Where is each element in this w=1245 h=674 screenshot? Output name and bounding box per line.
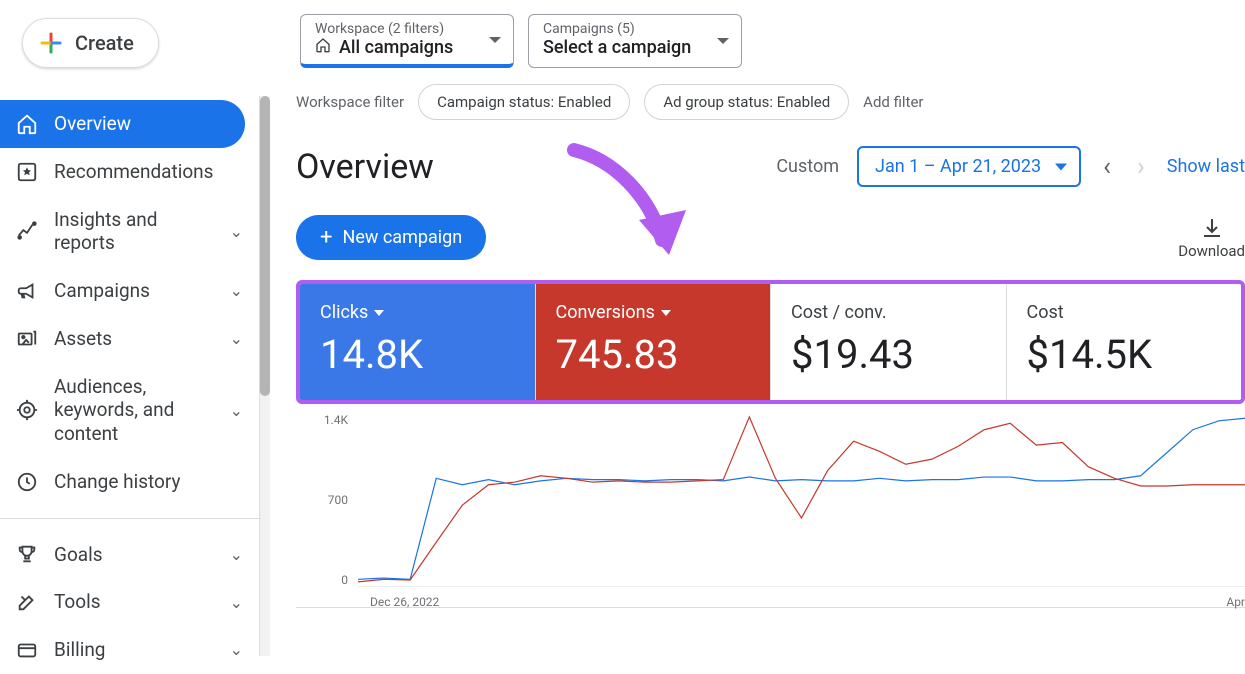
date-range-value: Jan 1 – Apr 21, 2023 bbox=[875, 156, 1041, 177]
create-button[interactable]: Create bbox=[22, 18, 159, 68]
date-next-button[interactable]: › bbox=[1133, 152, 1149, 182]
add-filter-button[interactable]: Add filter bbox=[863, 93, 923, 111]
megaphone-icon bbox=[16, 280, 38, 302]
sidebar-item-tools[interactable]: Tools ⌄ bbox=[0, 578, 259, 626]
chevron-down-icon: ⌄ bbox=[230, 222, 243, 241]
workspace-filter-label: Workspace filter bbox=[296, 93, 404, 111]
chevron-down-icon: ⌄ bbox=[230, 281, 243, 300]
chevron-down-icon bbox=[717, 38, 729, 44]
sidebar-item-goals[interactable]: Goals ⌄ bbox=[0, 531, 259, 579]
page-title: Overview bbox=[296, 147, 434, 187]
scorecard-value: $14.5K bbox=[1027, 331, 1222, 378]
scorecard-value: 745.83 bbox=[556, 331, 751, 378]
chart-canvas bbox=[358, 408, 1245, 587]
chart-y-tick: 1.4K bbox=[324, 413, 348, 427]
sidebar-item-label: Overview bbox=[54, 112, 229, 136]
scrollbar-thumb[interactable] bbox=[260, 96, 270, 396]
chart-x-tick: Apr bbox=[1226, 595, 1245, 609]
chevron-down-icon: ⌄ bbox=[230, 329, 243, 348]
scorecard-label: Cost bbox=[1027, 302, 1064, 323]
scorecard-label: Clicks bbox=[320, 302, 368, 323]
sidebar-item-label: Change history bbox=[54, 470, 243, 494]
sidebar-item-change-history[interactable]: Change history bbox=[0, 458, 259, 506]
campaign-selector-value: Select a campaign bbox=[543, 37, 691, 58]
sidebar-item-label: Audiences, keywords, and content bbox=[54, 375, 214, 446]
new-campaign-button[interactable]: + New campaign bbox=[296, 215, 486, 260]
chevron-down-icon: ⌄ bbox=[230, 545, 243, 564]
scorecard-label: Cost / conv. bbox=[791, 302, 887, 323]
sidebar-item-insights[interactable]: Insights and reports ⌄ bbox=[0, 196, 259, 268]
chart-y-tick: 0 bbox=[341, 573, 348, 587]
sidebar-item-label: Campaigns bbox=[54, 279, 214, 303]
date-prev-button[interactable]: ‹ bbox=[1099, 152, 1115, 182]
scorecard-value: 14.8K bbox=[320, 331, 515, 378]
sidebar-item-label: Assets bbox=[54, 327, 214, 351]
new-campaign-label: New campaign bbox=[342, 227, 462, 248]
sidebar-item-audiences[interactable]: Audiences, keywords, and content ⌄ bbox=[0, 363, 259, 458]
campaign-selector-top: Campaigns (5) bbox=[543, 21, 705, 37]
sidebar-item-campaigns[interactable]: Campaigns ⌄ bbox=[0, 267, 259, 315]
home-icon bbox=[16, 113, 38, 135]
sidebar-item-label: Goals bbox=[54, 543, 214, 567]
sidebar: Overview Recommendations Insights and re… bbox=[0, 96, 260, 656]
scorecard-value: $19.43 bbox=[791, 331, 986, 378]
sidebar-item-overview[interactable]: Overview bbox=[0, 100, 245, 148]
trophy-icon bbox=[16, 543, 38, 565]
create-label: Create bbox=[75, 31, 134, 55]
workspace-selector-top: Workspace (2 filters) bbox=[315, 21, 477, 37]
campaign-selector[interactable]: Campaigns (5) Select a campaign bbox=[528, 14, 742, 68]
workspace-selector-value: All campaigns bbox=[339, 37, 453, 58]
scorecard-cost[interactable]: Cost $14.5K bbox=[1007, 284, 1242, 400]
sidebar-item-label: Recommendations bbox=[54, 160, 243, 184]
filter-row: Workspace filter Campaign status: Enable… bbox=[296, 84, 1245, 120]
filter-chip-campaign-status[interactable]: Campaign status: Enabled bbox=[418, 84, 630, 120]
download-label: Download bbox=[1178, 242, 1245, 260]
chevron-down-icon bbox=[1055, 163, 1067, 170]
divider bbox=[0, 518, 259, 519]
sidebar-item-label: Insights and reports bbox=[54, 208, 214, 256]
date-range-picker[interactable]: Jan 1 – Apr 21, 2023 bbox=[857, 146, 1081, 187]
chart-x-tick: Dec 26, 2022 bbox=[370, 595, 439, 609]
chevron-down-icon: ⌄ bbox=[230, 401, 243, 420]
show-last-link[interactable]: Show last bbox=[1167, 156, 1245, 177]
sidebar-item-assets[interactable]: Assets ⌄ bbox=[0, 315, 259, 363]
chevron-down-icon: ⌄ bbox=[230, 593, 243, 612]
sidebar-item-label: Tools bbox=[54, 590, 214, 614]
trend-chart: 1.4K 700 0 Dec 26, 2022 Apr bbox=[296, 408, 1245, 608]
chart-y-tick: 700 bbox=[328, 493, 348, 507]
star-icon bbox=[16, 161, 38, 183]
target-icon bbox=[16, 399, 38, 421]
assets-icon bbox=[16, 328, 38, 350]
sidebar-item-recommendations[interactable]: Recommendations bbox=[0, 148, 259, 196]
scorecards: Clicks 14.8K Conversions 745.83 Cost / c… bbox=[296, 280, 1245, 404]
filter-chip-adgroup-status[interactable]: Ad group status: Enabled bbox=[644, 84, 849, 120]
plus-icon bbox=[39, 31, 63, 55]
insights-icon bbox=[16, 220, 38, 242]
download-button[interactable]: Download bbox=[1178, 216, 1245, 260]
chevron-down-icon bbox=[661, 310, 671, 316]
chevron-down-icon bbox=[489, 37, 501, 43]
download-icon bbox=[1200, 216, 1224, 240]
tools-icon bbox=[16, 591, 38, 613]
scorecard-label: Conversions bbox=[556, 302, 655, 323]
scorecard-clicks[interactable]: Clicks 14.8K bbox=[300, 284, 536, 400]
scorecard-conversions[interactable]: Conversions 745.83 bbox=[536, 284, 772, 400]
date-custom-label: Custom bbox=[776, 156, 839, 177]
home-icon bbox=[315, 37, 331, 58]
workspace-selector[interactable]: Workspace (2 filters) All campaigns bbox=[300, 14, 514, 68]
scorecard-cost-per-conv[interactable]: Cost / conv. $19.43 bbox=[771, 284, 1007, 400]
history-icon bbox=[16, 471, 38, 493]
chevron-down-icon bbox=[374, 310, 384, 316]
